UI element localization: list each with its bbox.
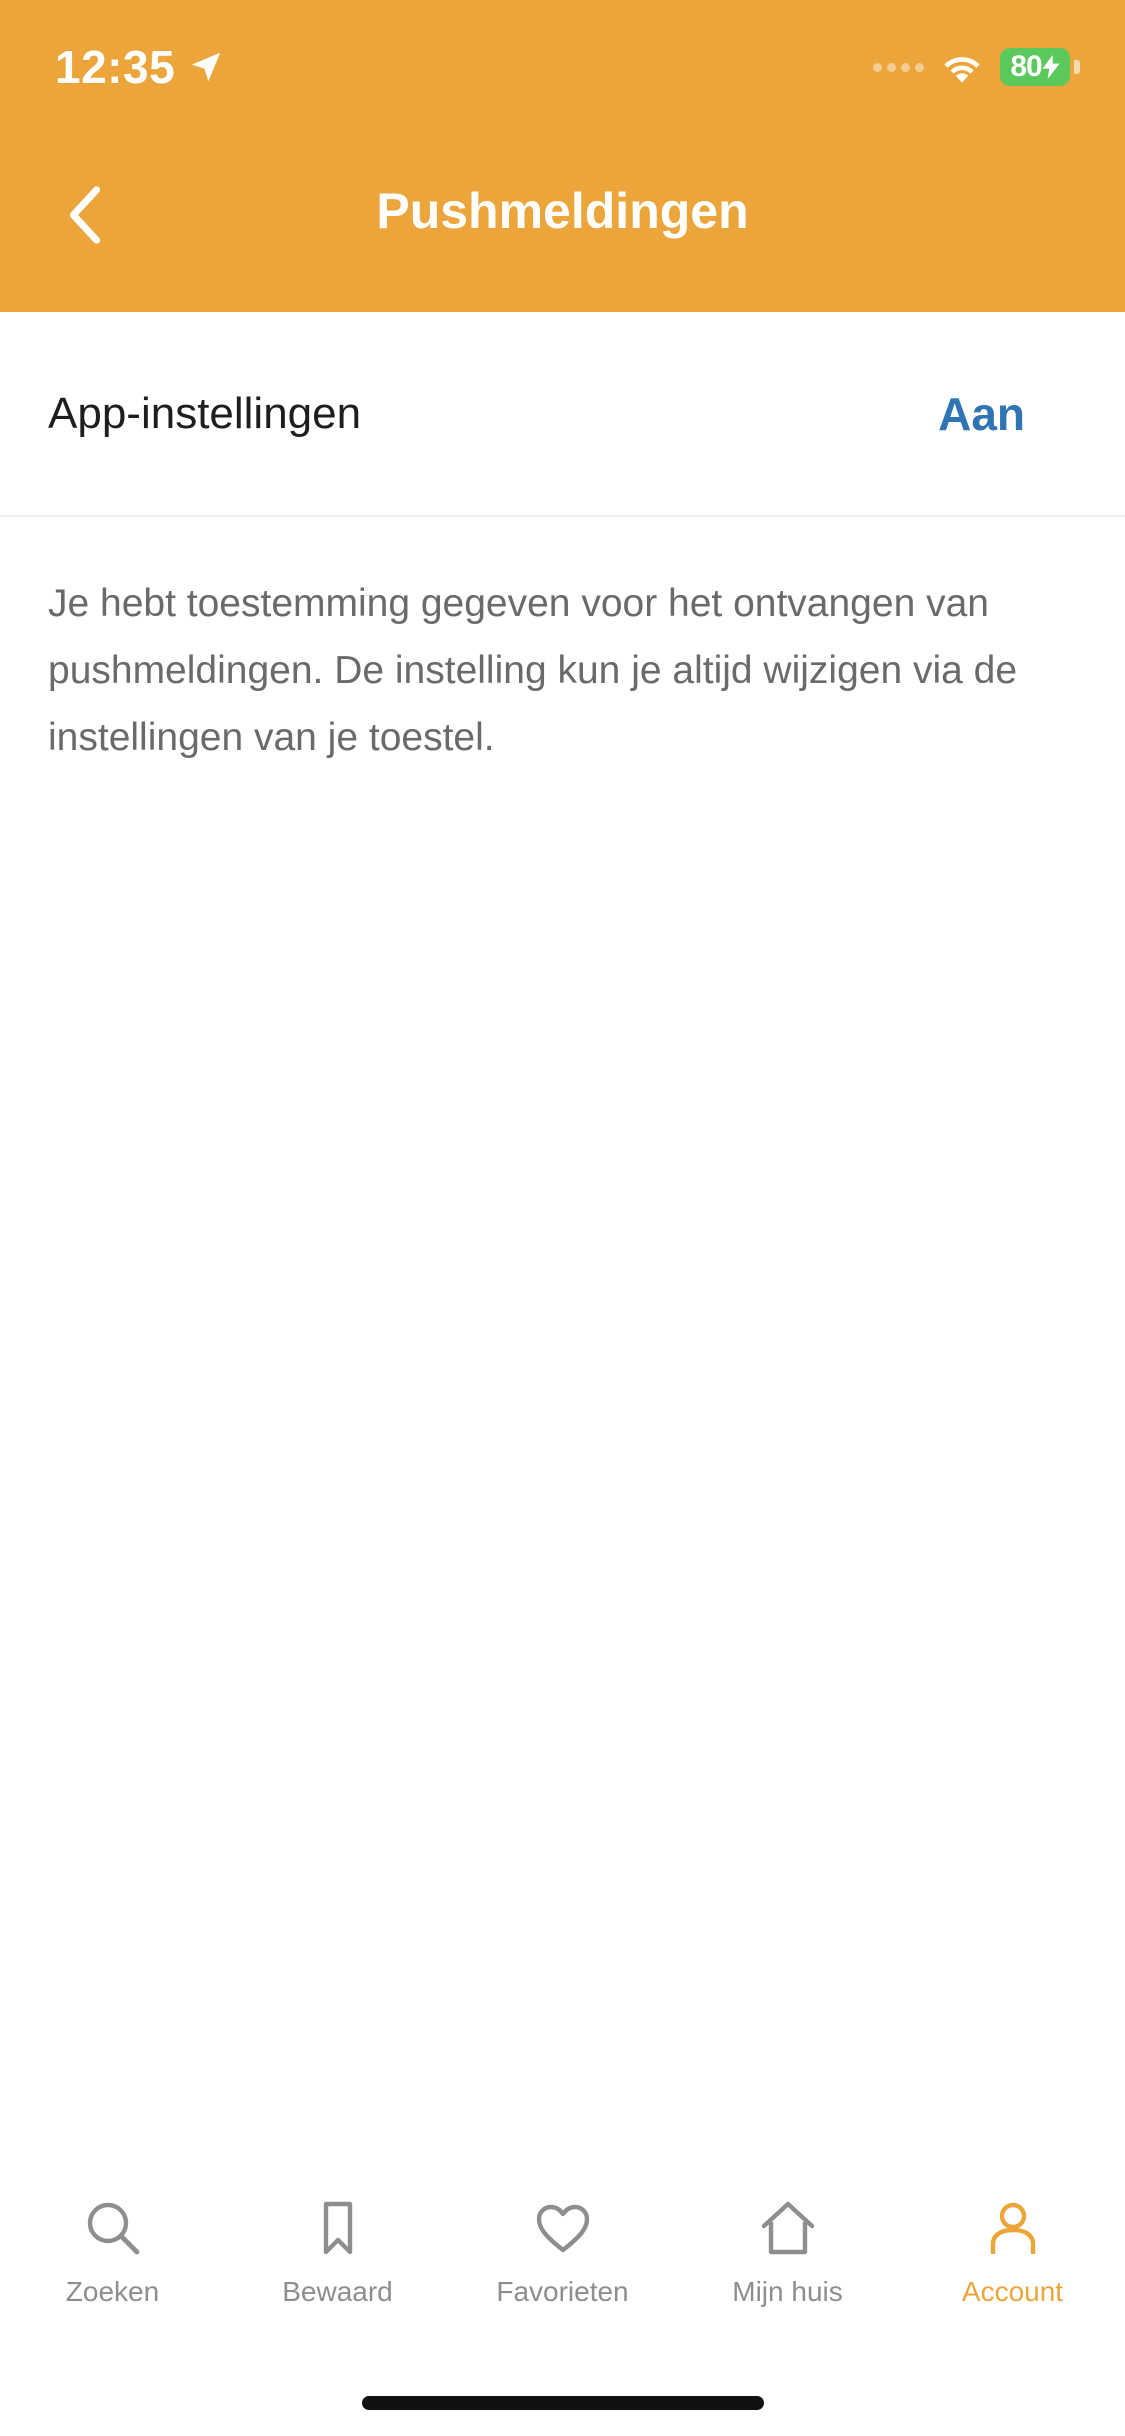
person-icon	[990, 2202, 1035, 2254]
header: 12:35 80 Pushmeldingen	[0, 0, 1125, 312]
heart-icon	[536, 2204, 589, 2253]
status-indicators: 80	[873, 48, 1080, 86]
tab-account[interactable]: Account	[900, 2160, 1125, 2330]
search-icon	[87, 2202, 139, 2255]
charging-bolt-icon	[1042, 55, 1060, 79]
tab-label: Zoeken	[65, 2276, 160, 2307]
tab-zoeken[interactable]: Zoeken	[0, 2160, 225, 2330]
battery-level: 80	[1010, 50, 1042, 83]
app-settings-row[interactable]: App-instellingen Aan	[0, 312, 1125, 517]
battery-icon: 80	[1000, 48, 1070, 86]
tab-bewaard[interactable]: Bewaard	[225, 2160, 450, 2330]
app-settings-value[interactable]: Aan	[938, 387, 1025, 441]
status-time-text: 12:35	[55, 41, 176, 93]
home-indicator[interactable]	[362, 2396, 764, 2410]
page-title: Pushmeldingen	[376, 183, 749, 239]
tab-label: Account	[961, 2276, 1064, 2307]
permission-description: Je hebt toestemming gegeven voor het ont…	[48, 582, 1018, 759]
app-settings-label: App-instellingen	[48, 388, 362, 438]
cellular-signal-icon	[873, 62, 924, 72]
tab-label: Mijn huis	[732, 2276, 843, 2307]
bookmark-icon	[323, 2201, 352, 2255]
location-arrow-icon	[191, 52, 221, 82]
home-icon	[761, 2201, 814, 2255]
tab-label: Bewaard	[282, 2276, 393, 2307]
tab-label: Favorieten	[496, 2276, 629, 2307]
page: 12:35 80 Pushmeldingen App-instellingen …	[0, 0, 1125, 2436]
tab-bar: Zoeken Bewaard Favorieten Mijn huis Acco…	[0, 2160, 1125, 2330]
status-time: 12:35	[55, 40, 225, 94]
tab-mijn-huis[interactable]: Mijn huis	[675, 2160, 900, 2330]
wifi-icon	[944, 57, 980, 83]
tab-favorieten[interactable]: Favorieten	[450, 2160, 675, 2330]
battery-cap	[1074, 60, 1080, 74]
